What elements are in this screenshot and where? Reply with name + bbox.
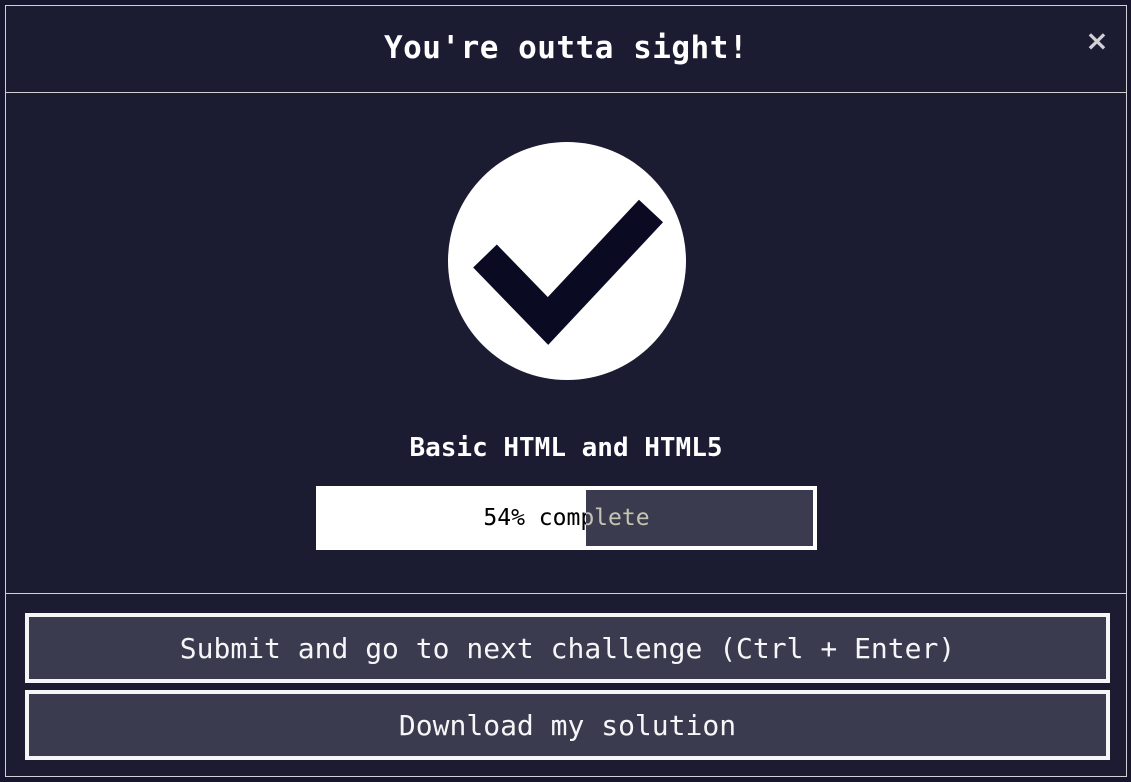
download-solution-button[interactable]: Download my solution — [25, 690, 1110, 760]
close-icon[interactable]: × — [1082, 26, 1112, 56]
block-title: Basic HTML and HTML5 — [409, 433, 723, 463]
progress-text: 54% complete — [483, 505, 650, 531]
submit-next-challenge-button[interactable]: Submit and go to next challenge (Ctrl + … — [25, 613, 1110, 683]
checkmark-circle-icon — [448, 142, 686, 380]
completion-modal: You're outta sight! × Basic HTML and HTM… — [5, 5, 1127, 777]
modal-title: You're outta sight! — [383, 30, 749, 66]
progress-bar: 54% complete — [316, 486, 817, 550]
footer-divider — [6, 593, 1126, 594]
modal-header: You're outta sight! × — [6, 6, 1126, 93]
